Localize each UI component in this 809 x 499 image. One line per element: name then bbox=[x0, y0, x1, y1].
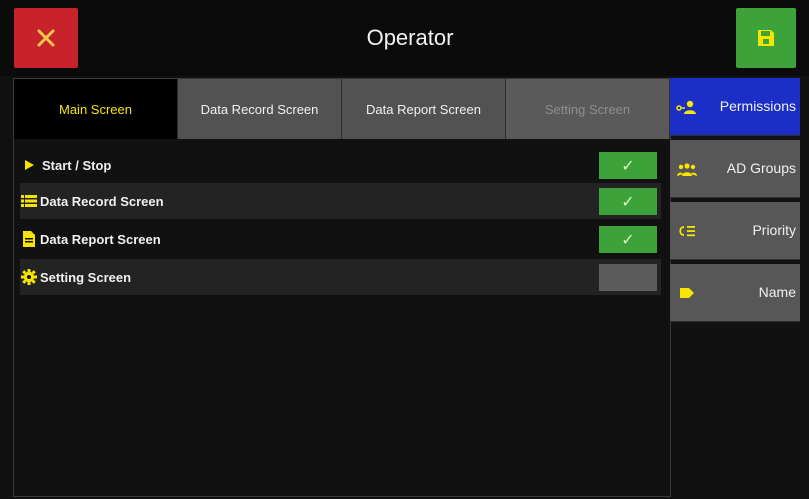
sidebar-item-label: Priority bbox=[752, 222, 796, 238]
tag-icon bbox=[676, 283, 698, 303]
check-icon: ✓ bbox=[621, 231, 635, 249]
sidebar-item-ad-groups[interactable]: AD Groups bbox=[670, 140, 800, 198]
sidebar: Permissions AD Groups Priority Name bbox=[670, 78, 800, 495]
save-icon bbox=[758, 30, 774, 46]
tab-main-screen[interactable]: Main Screen bbox=[14, 79, 178, 139]
permission-toggle-setting[interactable] bbox=[599, 264, 657, 291]
permission-label: Setting Screen bbox=[40, 269, 132, 285]
close-icon bbox=[37, 29, 55, 47]
permission-toggle-data-record[interactable]: ✓ bbox=[599, 188, 657, 215]
tab-data-record-screen[interactable]: Data Record Screen bbox=[178, 79, 342, 139]
permission-label: Start / Stop bbox=[42, 157, 112, 173]
play-icon bbox=[20, 156, 38, 174]
close-button[interactable] bbox=[14, 8, 78, 68]
permission-row-setting: Setting Screen bbox=[20, 259, 661, 295]
permission-row-data-report: Data Report Screen ✓ bbox=[20, 221, 661, 257]
tab-setting-screen[interactable]: Setting Screen bbox=[506, 79, 670, 139]
document-icon bbox=[20, 230, 38, 248]
permission-label: Data Report Screen bbox=[40, 231, 161, 247]
sidebar-item-permissions[interactable]: Permissions bbox=[670, 78, 800, 136]
page-title: Operator bbox=[366, 25, 454, 50]
sidebar-item-label: Permissions bbox=[719, 98, 796, 114]
sidebar-item-priority[interactable]: Priority bbox=[670, 202, 800, 260]
screen-tabs: Main Screen Data Record Screen Data Repo… bbox=[14, 79, 670, 139]
user-key-icon bbox=[676, 97, 698, 117]
permission-row-start-stop: Start / Stop ✓ bbox=[20, 147, 661, 183]
permissions-panel: Main Screen Data Record Screen Data Repo… bbox=[13, 78, 671, 497]
gear-icon bbox=[20, 268, 38, 286]
header-bar: Operator bbox=[0, 0, 809, 76]
sidebar-item-name[interactable]: Name bbox=[670, 264, 800, 322]
permission-row-data-record: Data Record Screen ✓ bbox=[20, 183, 661, 219]
tab-data-report-screen[interactable]: Data Report Screen bbox=[342, 79, 506, 139]
check-icon: ✓ bbox=[621, 157, 635, 175]
permission-toggle-start-stop[interactable]: ✓ bbox=[599, 152, 657, 179]
priority-list-icon bbox=[676, 221, 698, 241]
list-icon bbox=[20, 192, 38, 210]
sidebar-item-label: Name bbox=[758, 284, 796, 300]
permission-label: Data Record Screen bbox=[40, 193, 164, 209]
app-window: Operator Main Screen Data Record Screen … bbox=[0, 0, 809, 499]
save-button[interactable] bbox=[736, 8, 796, 68]
users-group-icon bbox=[676, 159, 698, 179]
sidebar-item-label: AD Groups bbox=[726, 160, 796, 176]
check-icon: ✓ bbox=[621, 193, 635, 211]
permission-toggle-data-report[interactable]: ✓ bbox=[599, 226, 657, 253]
